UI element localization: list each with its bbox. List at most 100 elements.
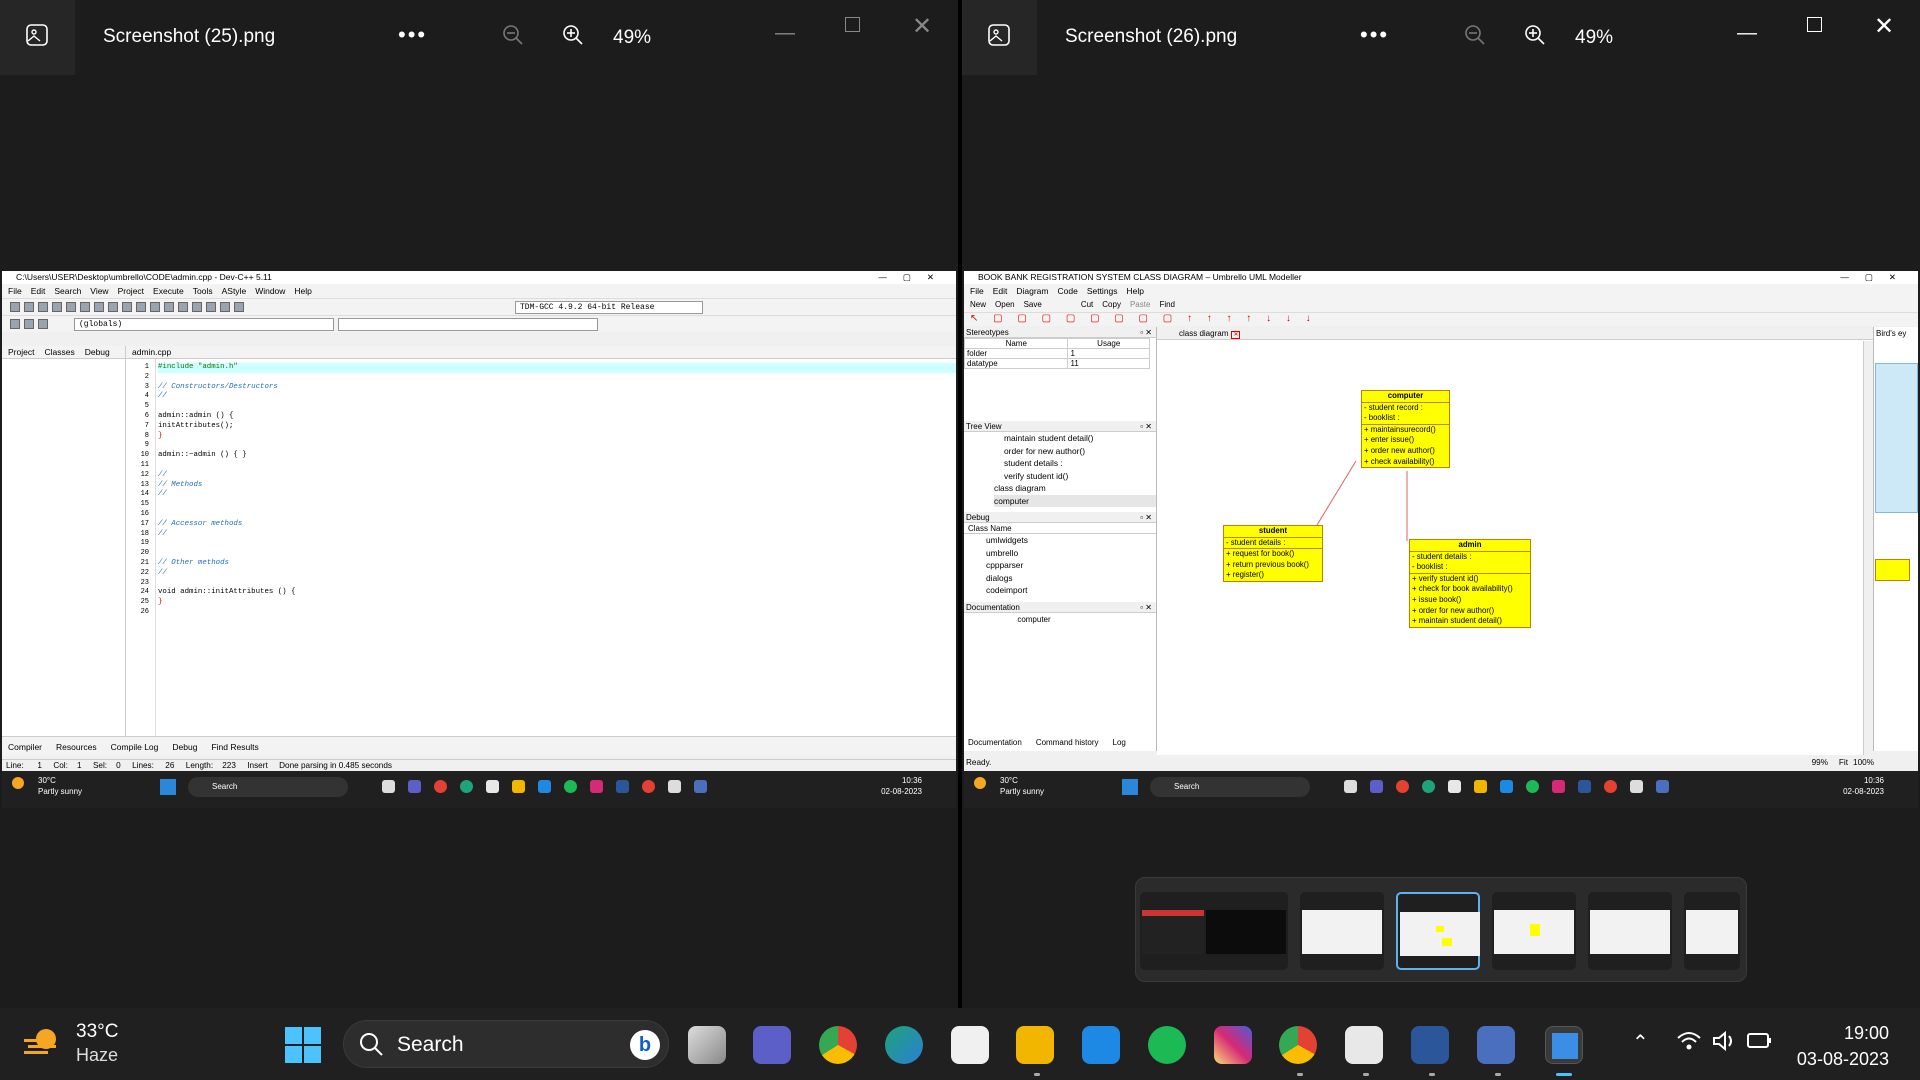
menu-code[interactable]: Code <box>1057 286 1077 296</box>
more-options-button[interactable]: ••• <box>398 22 427 48</box>
diagram-canvas[interactable]: class diagram ✕ computer - student record… <box>1157 327 1873 755</box>
tree-item[interactable]: verify student id() <box>1004 470 1156 483</box>
filmstrip-thumbnail[interactable] <box>1204 892 1288 970</box>
list-item[interactable]: codeimport <box>986 584 1156 597</box>
tab-compiler[interactable]: Compiler <box>8 742 42 752</box>
undo-icon[interactable] <box>94 302 104 312</box>
list-item[interactable]: cppparser <box>986 559 1156 572</box>
menu-help[interactable]: Help <box>1127 286 1144 296</box>
gallery-button[interactable] <box>0 0 75 75</box>
tab-debug[interactable]: Debug <box>85 347 110 357</box>
tree-item[interactable]: order for new author() <box>1004 445 1156 458</box>
close-icon[interactable] <box>66 302 76 312</box>
photos-icon[interactable] <box>1545 1026 1583 1064</box>
tab-find-results[interactable]: Find Results <box>211 742 258 752</box>
weather-haze-icon[interactable] <box>22 1025 64 1063</box>
battery-icon[interactable] <box>1746 1030 1774 1052</box>
open-button[interactable]: Open <box>995 300 1015 309</box>
menu-settings[interactable]: Settings <box>1087 286 1118 296</box>
menu-astyle[interactable]: AStyle <box>222 286 247 296</box>
menu-file[interactable]: File <box>8 286 22 296</box>
documentation-field[interactable]: computer <box>964 613 1104 626</box>
class-computer[interactable]: computer - student record :- booklist : … <box>1361 390 1450 469</box>
gallery-button[interactable] <box>962 0 1037 75</box>
file-explorer-icon[interactable] <box>1016 1026 1054 1064</box>
menu-project[interactable]: Project <box>118 286 144 296</box>
toggle-icon[interactable] <box>24 319 34 329</box>
zoom-in-icon[interactable] <box>562 24 584 46</box>
task-view-icon[interactable] <box>688 1026 726 1064</box>
chrome-profile-icon[interactable] <box>1279 1026 1317 1064</box>
bing-icon[interactable]: b <box>630 1030 660 1060</box>
table-row[interactable]: folder 1 <box>964 348 1150 359</box>
birds-eye-view[interactable]: Bird's ey <box>1873 327 1918 751</box>
menu-help[interactable]: Help <box>294 286 311 296</box>
tab-documentation[interactable]: Documentation <box>968 738 1022 747</box>
print-icon[interactable] <box>80 302 90 312</box>
open-icon[interactable] <box>24 302 34 312</box>
taskbar-search[interactable]: Search b <box>343 1020 669 1068</box>
viewport-indicator[interactable] <box>1875 363 1918 513</box>
wifi-icon[interactable] <box>1676 1030 1702 1052</box>
teams-icon[interactable] <box>753 1026 791 1064</box>
insert-icon[interactable] <box>10 319 20 329</box>
redo-icon[interactable] <box>108 302 118 312</box>
symbol-select[interactable] <box>338 318 598 331</box>
association-line[interactable] <box>1316 460 1357 526</box>
debug-icon[interactable] <box>178 302 188 312</box>
close-button[interactable]: ✕ <box>1874 12 1894 41</box>
tab-resources[interactable]: Resources <box>56 742 97 752</box>
compile-icon[interactable] <box>150 302 160 312</box>
list-item[interactable]: dialogs <box>986 572 1156 585</box>
close-button[interactable]: ✕ <box>912 12 932 41</box>
filmstrip-thumbnail[interactable] <box>1492 892 1576 970</box>
notepad-icon[interactable] <box>1345 1026 1383 1064</box>
tab-command-history[interactable]: Command history <box>1036 738 1099 747</box>
menu-edit[interactable]: Edit <box>993 286 1008 296</box>
menu-edit[interactable]: Edit <box>31 286 46 296</box>
tab-classes[interactable]: Classes <box>44 347 74 357</box>
menu-view[interactable]: View <box>90 286 108 296</box>
debug-list[interactable]: umlwidgets umbrello cppparser dialogs co… <box>964 534 1156 602</box>
vertical-scrollbar[interactable] <box>1863 341 1873 755</box>
store-icon[interactable] <box>951 1026 989 1064</box>
mail-icon[interactable] <box>1082 1026 1120 1064</box>
weather-condition[interactable]: Haze <box>76 1045 118 1066</box>
tab-debug-output[interactable]: Debug <box>172 742 197 752</box>
word-icon[interactable] <box>1411 1026 1449 1064</box>
tab-project[interactable]: Project <box>8 347 34 357</box>
tab-admin-cpp[interactable]: admin.cpp <box>132 347 171 357</box>
chrome-icon[interactable] <box>819 1026 857 1064</box>
zoom-out-icon[interactable] <box>502 24 524 46</box>
zoom-level[interactable]: 49% <box>1575 27 1613 49</box>
class-student[interactable]: student - student details : + request fo… <box>1223 525 1323 582</box>
maximize-button[interactable] <box>1807 17 1822 32</box>
zoom-in-icon[interactable] <box>1524 24 1546 46</box>
zoom-100-button[interactable]: 100% <box>1853 755 1874 770</box>
list-item[interactable]: umbrello <box>986 547 1156 560</box>
class-admin[interactable]: admin - student details :- booklist : + … <box>1409 539 1531 628</box>
system-clock[interactable]: 19:00 03-08-2023 <box>1797 1020 1889 1072</box>
arrow-tools[interactable]: ↖ ▢ ▢ ▢ ▢ ▢ ▢ ▢ ▢ ↑ ↑ ↑ ↑ ↓ ↓ ↓ <box>970 313 1317 324</box>
code-editor[interactable]: admin.cpp 1 2 3 4 5 6 7 8 9 10 11 12 13 14 15 16 17 18 19 2… <box>126 346 956 736</box>
goto-icon[interactable] <box>38 319 48 329</box>
instagram-icon[interactable] <box>1214 1026 1252 1064</box>
menu-file[interactable]: File <box>970 286 984 296</box>
save-button[interactable]: Save <box>1024 300 1042 309</box>
minimize-button[interactable]: — <box>775 22 795 45</box>
save-icon[interactable] <box>38 302 48 312</box>
filmstrip-thumbnail[interactable] <box>1300 892 1384 970</box>
tree-item[interactable]: class diagram <box>994 482 1156 495</box>
maximize-button[interactable] <box>845 17 860 32</box>
window-controls[interactable]: —▢✕ <box>878 271 950 284</box>
save-all-icon[interactable] <box>52 302 62 312</box>
paste-button[interactable]: Paste <box>1130 300 1150 309</box>
tree-item[interactable]: maintain student detail() <box>1004 432 1156 445</box>
list-item[interactable]: umlwidgets <box>986 534 1156 547</box>
find-button[interactable]: Find <box>1159 300 1175 309</box>
new-icon[interactable] <box>10 302 20 312</box>
cut-button[interactable]: Cut <box>1081 300 1093 309</box>
stop-icon[interactable] <box>220 302 230 312</box>
devcpp-icon[interactable] <box>1477 1026 1515 1064</box>
filmstrip-thumbnail[interactable] <box>1588 892 1672 970</box>
